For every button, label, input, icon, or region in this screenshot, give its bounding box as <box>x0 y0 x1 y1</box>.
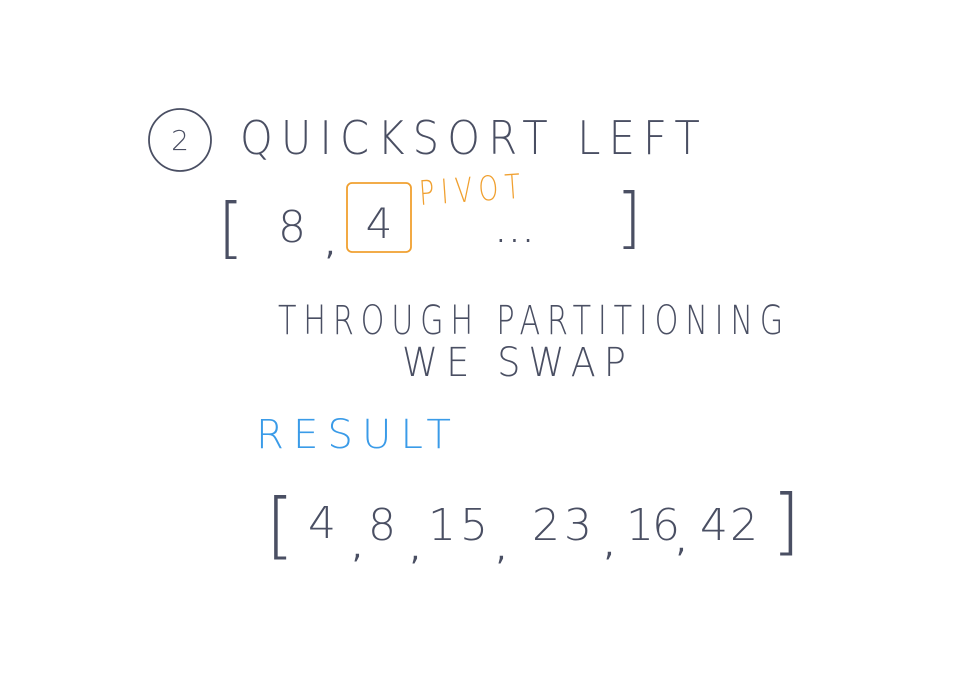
initial-array-comma: , <box>325 225 335 263</box>
result-array-close-bracket: ] <box>772 479 800 563</box>
page-title: QUICKSORT LEFT <box>240 111 708 165</box>
initial-array-open-bracket: [ <box>218 189 244 266</box>
result-array-value: 23 <box>532 500 596 551</box>
result-array-value: 42 <box>700 500 760 551</box>
result-array-comma: , <box>604 526 614 564</box>
result-array-value: 8 <box>368 500 396 551</box>
result-array-comma: , <box>352 528 362 566</box>
result-label: RESULT <box>256 412 460 458</box>
result-array-value: 16 <box>626 500 678 551</box>
result-array-comma: , <box>676 522 686 560</box>
explanation-line-2: WE SWAP <box>402 340 634 386</box>
initial-array-pivot-value: 4 <box>366 199 393 248</box>
explanation-line-1: THROUGH PARTITIONING <box>278 298 790 344</box>
initial-array-first-value: 8 <box>278 202 306 253</box>
result-array: [ 4 , 8 , 15 , 23 , 16 , 42 ] <box>266 479 800 568</box>
result-array-value: 4 <box>308 498 336 549</box>
step-number-badge: 2 <box>148 108 212 172</box>
result-array-value: 15 <box>428 500 492 551</box>
result-array-comma: , <box>410 530 420 568</box>
result-array-open-bracket: [ <box>266 483 294 567</box>
initial-array-close-bracket: ] <box>616 179 642 256</box>
whiteboard-canvas: 2 QUICKSORT LEFT [ 8 , 4 ... ] PIVOT THR… <box>148 108 800 568</box>
step-number: 2 <box>171 124 189 157</box>
initial-array-ellipsis: ... <box>497 220 538 248</box>
pivot-label: PIVOT <box>418 167 529 214</box>
result-array-comma: , <box>496 530 506 568</box>
